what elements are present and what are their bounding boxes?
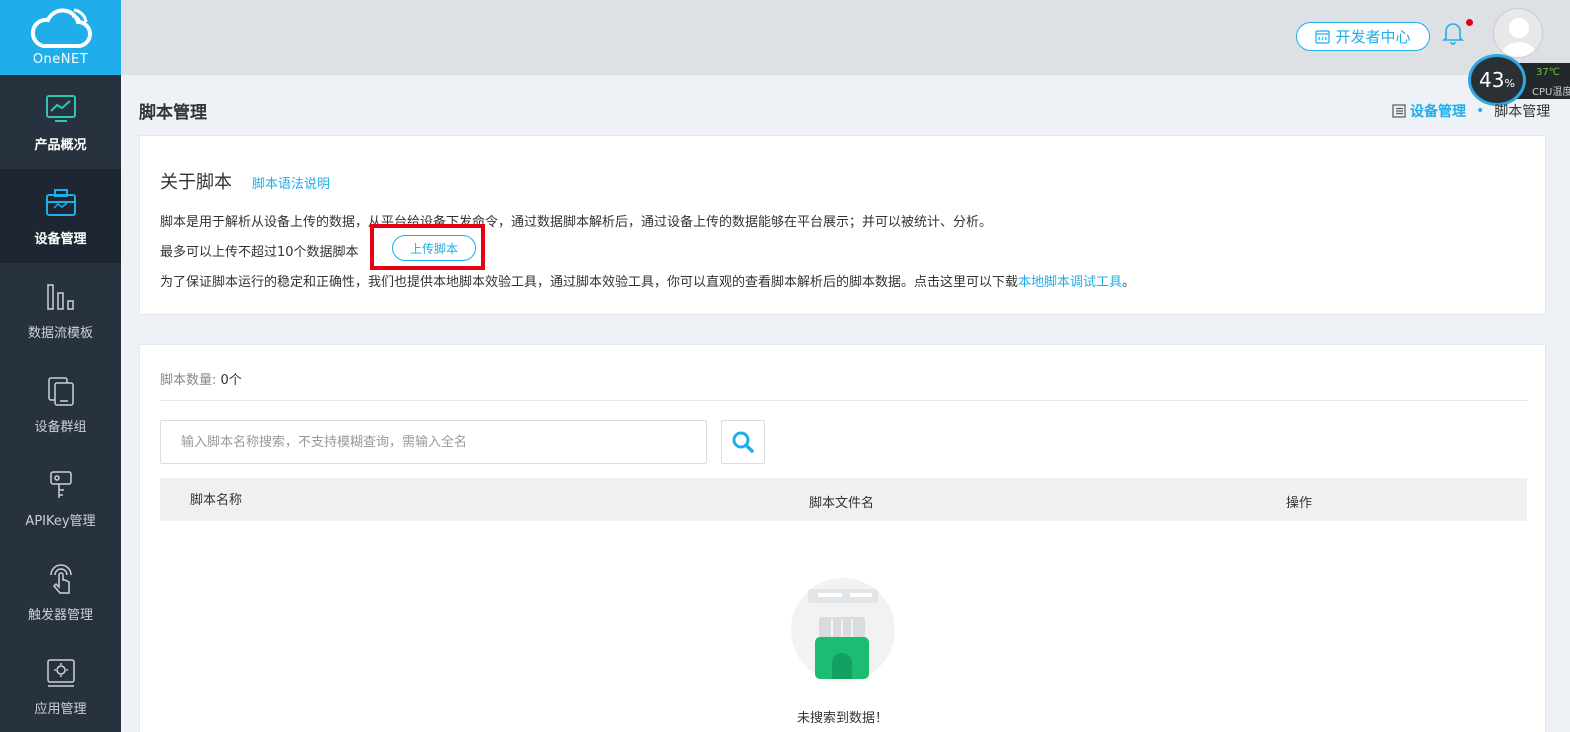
notification-dot [1466, 19, 1473, 26]
breadcrumb-parent-link[interactable]: 设备管理 [1410, 101, 1466, 121]
line-chart-monitor-icon [44, 92, 78, 126]
sidebar: OneNET 产品概况 设备管理 数据流模板 设备群组 APIKey管理 触发器… [0, 0, 121, 732]
upload-script-button[interactable]: 上传脚本 [392, 235, 476, 261]
search-icon [732, 431, 754, 453]
script-count: 脚本数量: 0个 [160, 369, 242, 388]
upload-limit-text: 最多可以上传不超过10个数据脚本 [160, 245, 359, 260]
top-header: 开发者中心 [121, 0, 1570, 75]
about-description: 脚本是用于解析从设备上传的数据，从平台给设备下发命令，通过数据脚本解析后，通过设… [160, 215, 993, 230]
script-list-card: 脚本数量: 0个 脚本名称 脚本文件名 操作 未搜索到数据！ [139, 344, 1546, 732]
cpu-temperature-label: CPU温度 [1532, 87, 1570, 98]
developer-center-button[interactable]: 开发者中心 [1296, 22, 1430, 51]
script-count-value: 0个 [220, 373, 242, 388]
local-debug-tool-link[interactable]: 本地脚本调试工具 [1018, 275, 1122, 290]
toolbox-icon [44, 186, 78, 220]
sidebar-item-device-management[interactable]: 设备管理 [0, 169, 121, 263]
developer-center-label: 开发者中心 [1335, 28, 1411, 46]
cpu-percent: 43 [1479, 68, 1505, 92]
local-tool-description: 为了保证脚本运行的稳定和正确性，我们也提供本地脚本效验工具，通过脚本效验工具，你… [160, 275, 1019, 290]
sidebar-item-label: 设备群组 [34, 419, 87, 435]
divider [160, 400, 1527, 401]
about-title: 关于脚本 [160, 172, 232, 193]
sidebar-item-app-management[interactable]: 应用管理 [0, 639, 121, 732]
local-tool-end: 。 [1122, 275, 1136, 290]
column-actions: 操作 [1286, 496, 1313, 511]
cpu-percent-gauge: 43% [1468, 54, 1526, 106]
sidebar-item-product-overview[interactable]: 产品概况 [0, 75, 121, 169]
avatar[interactable] [1493, 8, 1543, 58]
sidebar-item-label: APIKey管理 [25, 513, 96, 529]
about-script-card: 关于脚本 脚本语法说明 脚本是用于解析从设备上传的数据，从平台给设备下发命令，通… [139, 135, 1546, 315]
list-icon [1392, 104, 1406, 118]
sidebar-item-label: 触发器管理 [27, 607, 93, 623]
sidebar-item-label: 数据流模板 [27, 325, 93, 341]
empty-data-illustration [790, 577, 896, 683]
touch-hand-icon [44, 562, 78, 596]
local-tool-text: 为了保证脚本运行的稳定和正确性，我们也提供本地脚本效验工具，通过脚本效验工具，你… [160, 271, 1135, 290]
cpu-temperature: 37℃ [1536, 67, 1560, 78]
search-button[interactable] [721, 420, 765, 464]
script-search-input[interactable] [160, 420, 707, 464]
cloud-icon [30, 8, 92, 48]
cpu-monitor-widget[interactable]: 43% 37℃ CPU温度 [1468, 54, 1570, 106]
breadcrumb-current: 脚本管理 [1494, 104, 1551, 120]
sidebar-item-label: 产品概况 [34, 137, 87, 153]
key-icon [44, 468, 78, 502]
user-silhouette-icon [1500, 18, 1538, 57]
sidebar-item-device-group[interactable]: 设备群组 [0, 357, 121, 451]
column-script-file: 脚本文件名 [809, 496, 875, 511]
column-script-name: 脚本名称 [190, 493, 243, 508]
empty-data-text: 未搜索到数据！ [796, 711, 888, 726]
onenet-logo[interactable]: OneNET [0, 0, 121, 75]
sidebar-item-label: 设备管理 [34, 231, 87, 247]
sidebar-item-label: 应用管理 [34, 701, 87, 717]
sidebar-item-apikey[interactable]: APIKey管理 [0, 451, 121, 545]
brand-name: OneNET [32, 52, 89, 67]
script-count-label: 脚本数量: [160, 373, 217, 388]
breadcrumb-separator: • [1476, 103, 1485, 119]
bell-icon[interactable] [1441, 20, 1465, 46]
breadcrumb: 设备管理 • 脚本管理 [1392, 101, 1550, 121]
bar-columns-icon [44, 280, 78, 314]
table-header: 脚本名称 脚本文件名 操作 [160, 478, 1527, 521]
script-syntax-link[interactable]: 脚本语法说明 [252, 173, 330, 192]
sidebar-item-datastream-template[interactable]: 数据流模板 [0, 263, 121, 357]
sidebar-item-trigger[interactable]: 触发器管理 [0, 545, 121, 639]
stacked-devices-icon [44, 374, 78, 408]
code-window-icon [1315, 29, 1331, 44]
page-title: 脚本管理 [139, 103, 207, 123]
gear-window-icon [44, 656, 78, 690]
cpu-percent-unit: % [1504, 76, 1515, 90]
